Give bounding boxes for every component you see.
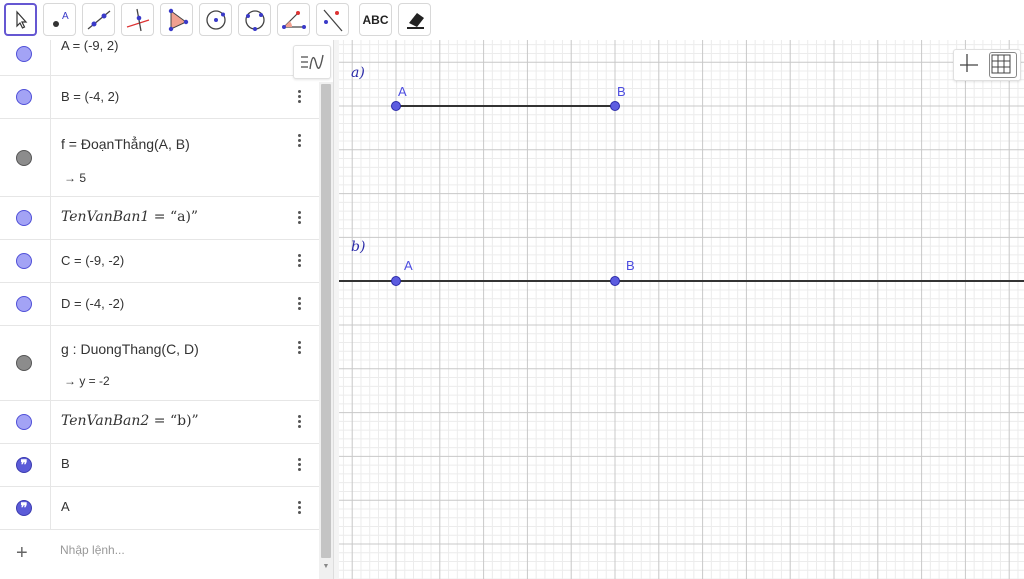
- angle-icon: [281, 10, 306, 29]
- style-bar-menu-icon: [301, 54, 324, 70]
- toolbar: A ABC: [0, 0, 1024, 40]
- svg-text:A: A: [62, 11, 69, 22]
- point-C[interactable]: [391, 276, 401, 286]
- more-menu-icon[interactable]: [298, 134, 302, 147]
- perpendicular-line-tool-button[interactable]: [121, 3, 154, 36]
- more-menu-icon[interactable]: [298, 415, 302, 428]
- axes-icon: [960, 54, 978, 72]
- scroll-down-arrow-icon[interactable]: ▼: [321, 563, 331, 571]
- polygon-tool-button[interactable]: [160, 3, 193, 36]
- item-value: → y = -2: [64, 374, 110, 388]
- item-definition[interactable]: g : DuongThang(C, D): [61, 341, 199, 357]
- point-label-B[interactable]: B: [617, 84, 626, 99]
- item-definition[interactable]: D = (-4, -2): [61, 296, 124, 311]
- text-label-A[interactable]: A: [404, 258, 413, 273]
- point-B[interactable]: [610, 101, 620, 111]
- input-placeholder[interactable]: Nhập lệnh...: [60, 543, 125, 557]
- text-tool-button[interactable]: ABC: [359, 3, 392, 36]
- item-name: TenVanBan1: [61, 209, 150, 225]
- angle-tool-button[interactable]: [277, 3, 310, 36]
- algebra-item-A[interactable]: A = (-9, 2): [0, 40, 319, 76]
- more-menu-icon[interactable]: [298, 501, 302, 514]
- circle-center-point-tool-button[interactable]: [199, 3, 232, 36]
- item-definition[interactable]: C = (-9, -2): [61, 253, 124, 268]
- graphics-view[interactable]: A B A B a) b): [339, 40, 1024, 579]
- algebra-item-textA[interactable]: ❞ A: [0, 487, 319, 530]
- reflect-tool-button[interactable]: [316, 3, 349, 36]
- visibility-marble[interactable]: [16, 253, 32, 269]
- item-definition[interactable]: TenVanBan2 = “b)”: [61, 413, 199, 429]
- item-name: TenVanBan2: [61, 413, 150, 429]
- geometry-canvas: [339, 101, 1024, 286]
- plus-icon[interactable]: +: [16, 542, 28, 565]
- more-menu-icon[interactable]: [298, 458, 302, 471]
- eraser-tool-button[interactable]: [398, 3, 431, 36]
- visibility-marble[interactable]: [16, 89, 32, 105]
- perpendicular-line-icon: [126, 8, 149, 31]
- point-tool-button[interactable]: A: [43, 3, 76, 36]
- point-A[interactable]: [391, 101, 401, 111]
- item-definition[interactable]: f = ĐoạnThẳng(A, B): [61, 136, 190, 152]
- algebra-item-C[interactable]: C = (-9, -2): [0, 240, 319, 283]
- visibility-marble[interactable]: [16, 355, 32, 371]
- visibility-marble[interactable]: [16, 150, 32, 166]
- visibility-marble[interactable]: [16, 46, 32, 62]
- reflect-about-line-icon: [323, 9, 342, 31]
- line-tool-button[interactable]: [82, 3, 115, 36]
- graphics-style-bar: [953, 49, 1021, 81]
- item-text[interactable]: A: [61, 499, 70, 514]
- toggle-axes-button[interactable]: [958, 52, 986, 78]
- style-bar-toggle-button[interactable]: [293, 45, 331, 79]
- algebra-item-g[interactable]: g : DuongThang(C, D) → y = -2: [0, 326, 319, 401]
- algebra-item-TenVanBan2[interactable]: TenVanBan2 = “b)”: [0, 401, 319, 444]
- visibility-marble[interactable]: [16, 210, 32, 226]
- item-text[interactable]: B: [61, 456, 70, 471]
- toggle-grid-button[interactable]: [989, 52, 1017, 78]
- point-label-A[interactable]: A: [398, 84, 407, 99]
- item-value: → 5: [64, 171, 87, 185]
- visibility-marble[interactable]: [16, 414, 32, 430]
- item-definition[interactable]: TenVanBan1 = “a)”: [61, 209, 198, 225]
- circle-three-points-icon: [244, 9, 265, 31]
- text-quote-icon[interactable]: ❞: [16, 457, 32, 473]
- algebra-item-f[interactable]: f = ĐoạnThẳng(A, B) → 5: [0, 119, 319, 197]
- more-menu-icon[interactable]: [298, 297, 302, 310]
- algebra-item-TenVanBan1[interactable]: TenVanBan1 = “a)”: [0, 197, 319, 240]
- text-object-b[interactable]: b): [351, 239, 365, 255]
- circle-center-point-icon: [205, 9, 226, 30]
- more-menu-icon[interactable]: [298, 254, 302, 267]
- item-definition[interactable]: A = (-9, 2): [61, 40, 118, 53]
- item-text-value: = “b)”: [149, 413, 199, 429]
- more-menu-icon[interactable]: [298, 90, 302, 103]
- more-menu-icon[interactable]: [298, 341, 302, 354]
- text-object-a[interactable]: a): [351, 65, 365, 81]
- move-tool-button[interactable]: [4, 3, 37, 36]
- line-through-two-points-icon: [87, 9, 110, 30]
- text-quote-icon[interactable]: ❞: [16, 500, 32, 516]
- item-definition[interactable]: B = (-4, 2): [61, 89, 119, 104]
- grid-icon: [991, 54, 1011, 74]
- scrollbar-thumb[interactable]: [321, 84, 331, 558]
- point-D[interactable]: [610, 276, 620, 286]
- text-label-B[interactable]: B: [626, 258, 635, 273]
- visibility-marble[interactable]: [16, 296, 32, 312]
- algebra-item-B[interactable]: B = (-4, 2): [0, 76, 319, 119]
- cursor-arrow-icon: [15, 9, 27, 29]
- text-icon: ABC: [362, 12, 389, 27]
- algebra-item-textB[interactable]: ❞ B: [0, 444, 319, 487]
- eraser-icon: [406, 12, 424, 29]
- more-menu-icon[interactable]: [298, 211, 302, 224]
- circle-three-points-tool-button[interactable]: [238, 3, 271, 36]
- input-bar[interactable]: + Nhập lệnh...: [0, 530, 319, 573]
- point-icon: A: [52, 11, 69, 27]
- algebra-item-D[interactable]: D = (-4, -2): [0, 283, 319, 326]
- algebra-view: A = (-9, 2) B = (-4, 2) f = ĐoạnThẳng(A,…: [0, 40, 319, 579]
- item-text-value: = “a)”: [149, 209, 199, 225]
- polygon-icon: [168, 8, 188, 31]
